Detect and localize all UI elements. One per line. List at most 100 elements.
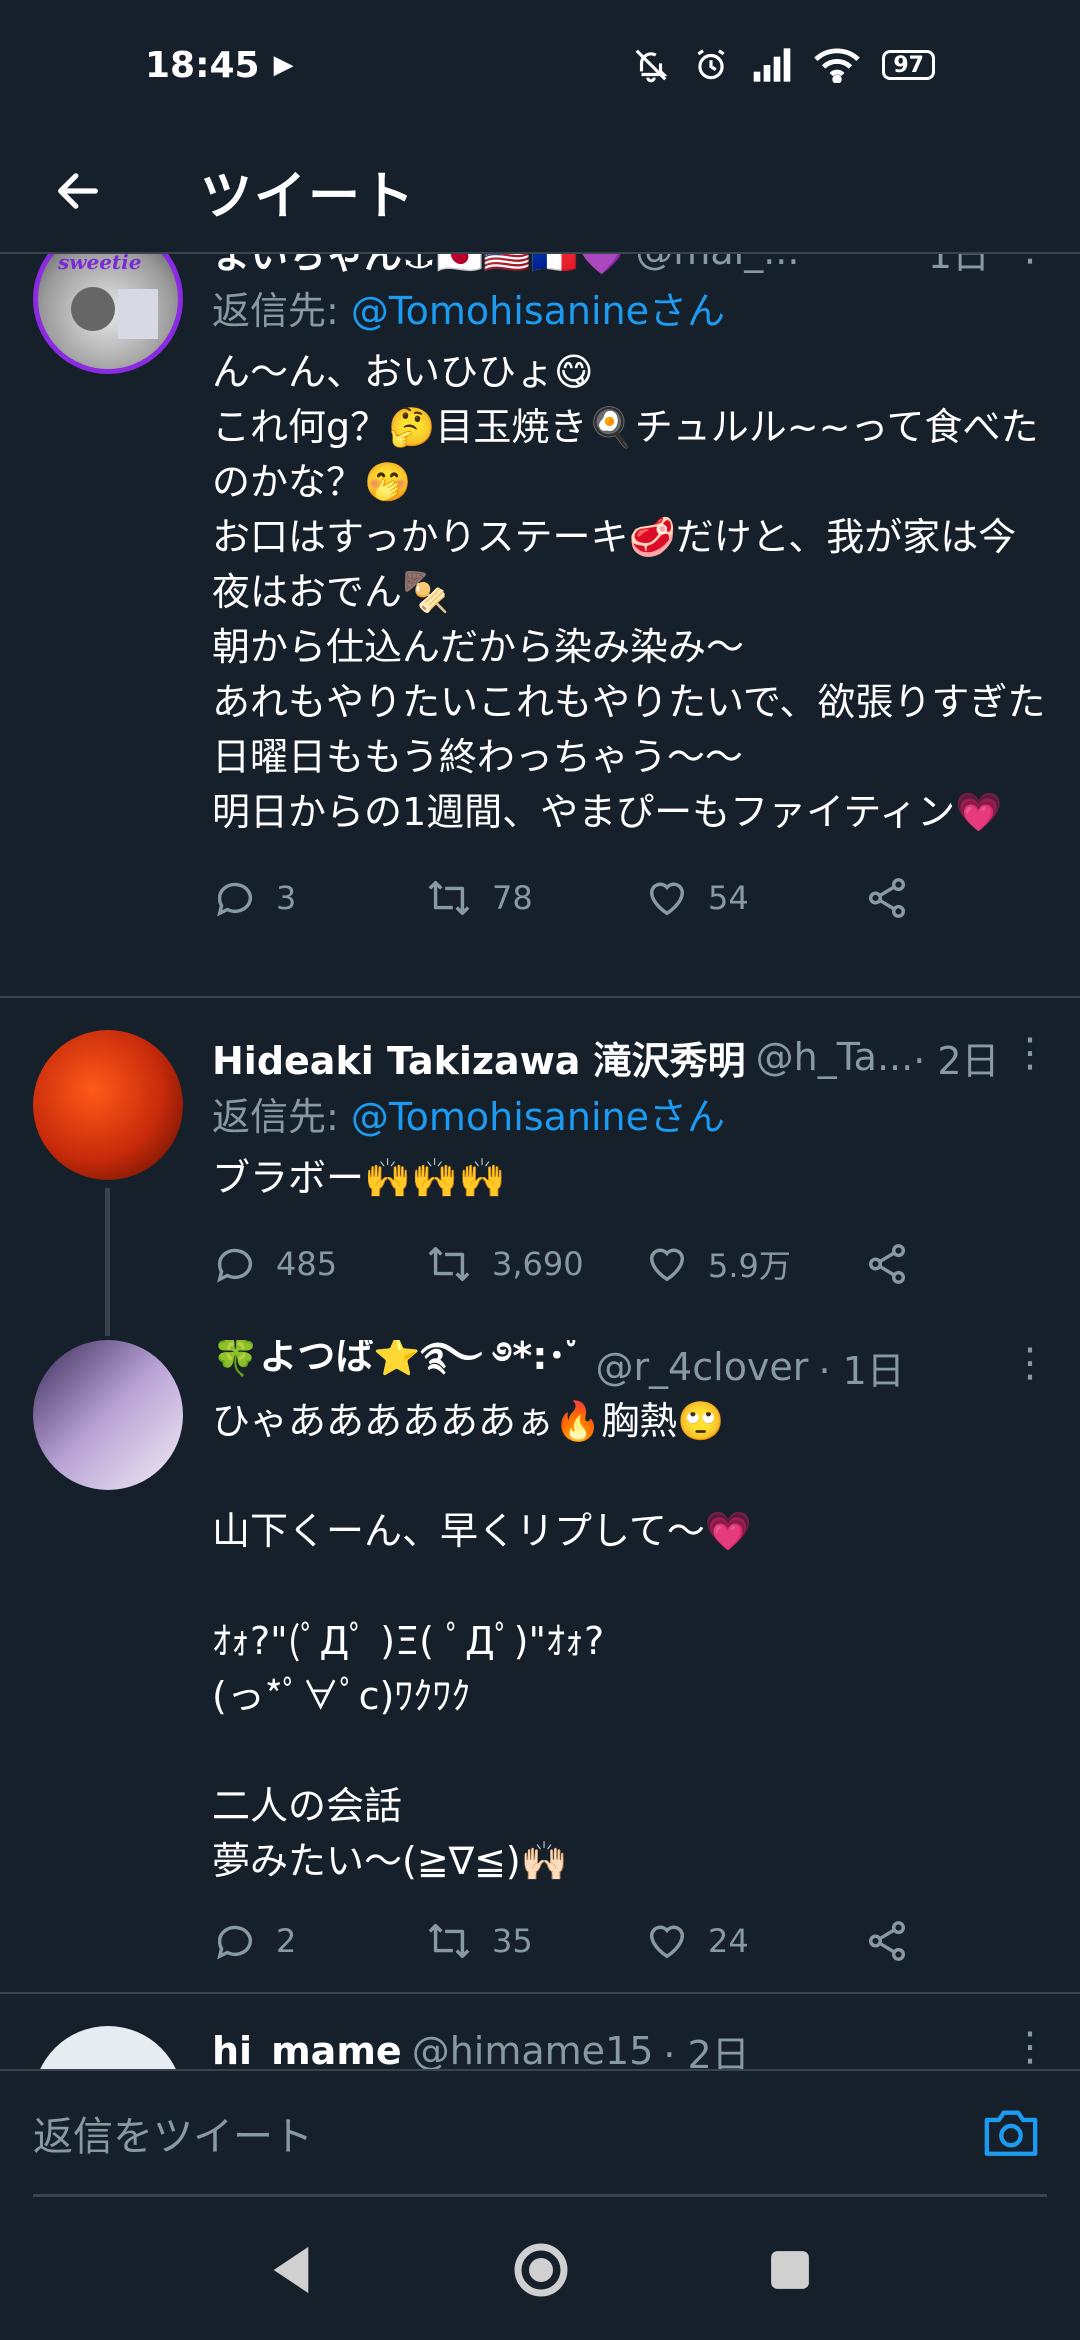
reply-icon — [217, 1925, 253, 1960]
thread-line — [105, 1188, 110, 1336]
tweet-actions: 3 78 54 — [212, 868, 1050, 928]
reply-button[interactable]: 3 — [212, 875, 296, 921]
like-button[interactable]: 54 — [644, 875, 749, 921]
share-button[interactable] — [864, 875, 910, 921]
more-options-icon[interactable]: ⋮ — [1010, 2024, 1050, 2069]
reply-handle[interactable]: @Tomohisanineさん — [351, 289, 725, 333]
nav-recents-icon[interactable] — [769, 2249, 811, 2291]
more-options-icon[interactable]: ⋮ — [1010, 1030, 1050, 1076]
tweet-header: 🍀よつば⭐࿐ ࿔*:･ﾟ @r_4clover · 1日 ⋮ — [212, 1340, 1050, 1394]
share-icon — [868, 878, 906, 918]
tweet-actions: 2 35 24 — [212, 1911, 1050, 1971]
page-title: ツイート — [200, 166, 417, 227]
user-handle: @himame15 — [411, 2029, 654, 2069]
heart-icon — [649, 1925, 685, 1959]
reply-compose-bar: 返信をツイート — [0, 2069, 1080, 2199]
tweet[interactable]: 🍀よつば⭐࿐ ࿔*:･ﾟ @r_4clover · 1日 ⋮ ひゃああああああぁ… — [0, 1340, 1080, 2020]
tweet[interactable]: Hideaki Takizawa 滝沢秀明 @h_Ta... · 2日 ⋮ 返信… — [0, 1030, 1080, 1330]
divider — [0, 1992, 1080, 1994]
share-icon — [868, 1921, 906, 1961]
tweet[interactable]: sweetie まいちゃん⚓🇯🇵🇺🇸🇫🇷💜 @mai_... 1日 ⋮ 返信先:… — [0, 254, 1080, 950]
reply-to: 返信先: @Tomohisanineさん — [212, 1086, 1050, 1141]
retweet-icon — [428, 1246, 470, 1282]
avatar-image: sweetie — [57, 254, 158, 339]
reply-handle[interactable]: @Tomohisanineさん — [351, 1095, 725, 1139]
more-options-icon[interactable]: ⋮ — [1010, 254, 1050, 270]
tweet-text: ひゃああああああぁ🔥胸熱🙄 山下くーん、早くリプして〜💗 ｵｫ?"(ﾟДﾟ )Ξ… — [212, 1399, 753, 1883]
heart-icon — [649, 882, 685, 916]
tweet-time: · 2日 — [663, 2032, 750, 2070]
nav-home-icon[interactable] — [513, 2242, 569, 2298]
tweet-actions: 485 3,690 5.9万 — [212, 1234, 1050, 1294]
like-count: 5.9万 — [708, 1247, 791, 1285]
status-bar: 18:45 ▶ 97 — [0, 0, 1080, 130]
tweet-time: 1日 — [927, 254, 990, 277]
reply-button[interactable]: 2 — [212, 1918, 296, 1964]
alarm-icon — [697, 49, 725, 80]
retweet-count: 35 — [492, 1922, 533, 1960]
reply-label: 返信先: — [212, 289, 339, 333]
svg-text:sweetie: sweetie — [57, 254, 142, 274]
tweet-header: hi_mame @himame15 · 2日 ⋮ — [212, 2024, 1050, 2069]
tweet-time: · 2日 — [913, 1038, 1000, 1083]
nav-back-icon[interactable] — [269, 2245, 313, 2295]
user-name[interactable]: 🍀よつば⭐࿐ ࿔*:･ﾟ — [212, 1340, 585, 1394]
back-arrow-icon — [57, 173, 98, 209]
share-icon — [868, 1244, 906, 1284]
play-icon: ▶ — [273, 50, 294, 80]
avatar[interactable] — [33, 1340, 183, 1490]
back-button[interactable] — [0, 165, 155, 217]
reply-button[interactable]: 485 — [212, 1241, 337, 1287]
avatar[interactable] — [33, 1030, 183, 1180]
reply-to: 返信先: @Tomohisanineさん — [212, 280, 1050, 335]
camera-button[interactable] — [982, 2105, 1040, 2163]
wifi-icon — [814, 48, 861, 83]
status-time: 18:45 — [145, 44, 260, 86]
retweet-button[interactable]: 35 — [424, 1918, 533, 1964]
retweet-icon — [428, 880, 470, 916]
reply-input[interactable]: 返信をツイート — [33, 2071, 1047, 2197]
tweet-text: ん〜ん、おいひひょ😋 これ何g？🤔目玉焼き🍳チュルル~~って食べたのかな？🤭 お… — [212, 350, 1046, 834]
top-app-bar: ツイート — [0, 130, 1080, 254]
reply-input-placeholder: 返信をツイート — [33, 2113, 313, 2160]
tweet-text: ブラボー🙌🙌🙌 — [212, 1156, 506, 1200]
like-button[interactable]: 24 — [644, 1918, 749, 1964]
reply-icon — [217, 1248, 253, 1283]
tweet-header: まいちゃん⚓🇯🇵🇺🇸🇫🇷💜 @mai_... 1日 ⋮ — [212, 254, 1050, 278]
reply-label: 返信先: — [212, 1095, 339, 1139]
reply-count: 3 — [276, 879, 297, 917]
user-name[interactable]: hi_mame — [212, 2029, 402, 2069]
system-navigation-bar — [0, 2199, 1080, 2340]
tweet-feed[interactable]: sweetie まいちゃん⚓🇯🇵🇺🇸🇫🇷💜 @mai_... 1日 ⋮ 返信先:… — [0, 254, 1080, 2069]
retweet-count: 78 — [492, 879, 533, 917]
user-handle: @r_4clover — [595, 1345, 809, 1389]
retweet-button[interactable]: 3,690 — [424, 1241, 584, 1287]
like-button[interactable]: 5.9万 — [644, 1241, 791, 1287]
retweet-button[interactable]: 78 — [424, 875, 533, 921]
share-button[interactable] — [864, 1918, 910, 1964]
tweet[interactable]: hi_mame @himame15 · 2日 ⋮ — [0, 2024, 1080, 2069]
bell-off-icon — [636, 49, 668, 83]
user-name[interactable]: まいちゃん⚓🇯🇵🇺🇸🇫🇷💜 — [212, 254, 625, 278]
share-button[interactable] — [864, 1241, 910, 1287]
tweet-header: Hideaki Takizawa 滝沢秀明 @h_Ta... · 2日 ⋮ — [212, 1030, 1050, 1084]
divider — [0, 996, 1080, 998]
reply-icon — [217, 882, 253, 917]
tweet-time: · 1日 — [818, 1348, 905, 1393]
user-name[interactable]: Hideaki Takizawa 滝沢秀明 — [212, 1030, 746, 1084]
battery-icon: 97 — [882, 50, 935, 80]
camera-icon — [984, 2110, 1038, 2156]
more-options-icon[interactable]: ⋮ — [1010, 1340, 1050, 1386]
avatar[interactable] — [33, 2026, 183, 2069]
retweet-icon — [428, 1923, 470, 1959]
user-handle: @h_Ta... — [755, 1035, 914, 1079]
heart-icon — [649, 1248, 685, 1282]
status-icons: 97 — [632, 46, 935, 84]
retweet-count: 3,690 — [492, 1245, 584, 1283]
reply-count: 2 — [276, 1922, 297, 1960]
avatar[interactable]: sweetie — [33, 254, 183, 374]
like-count: 24 — [708, 1922, 749, 1960]
signal-icon — [754, 48, 791, 82]
like-count: 54 — [708, 879, 749, 917]
reply-count: 485 — [276, 1245, 338, 1283]
